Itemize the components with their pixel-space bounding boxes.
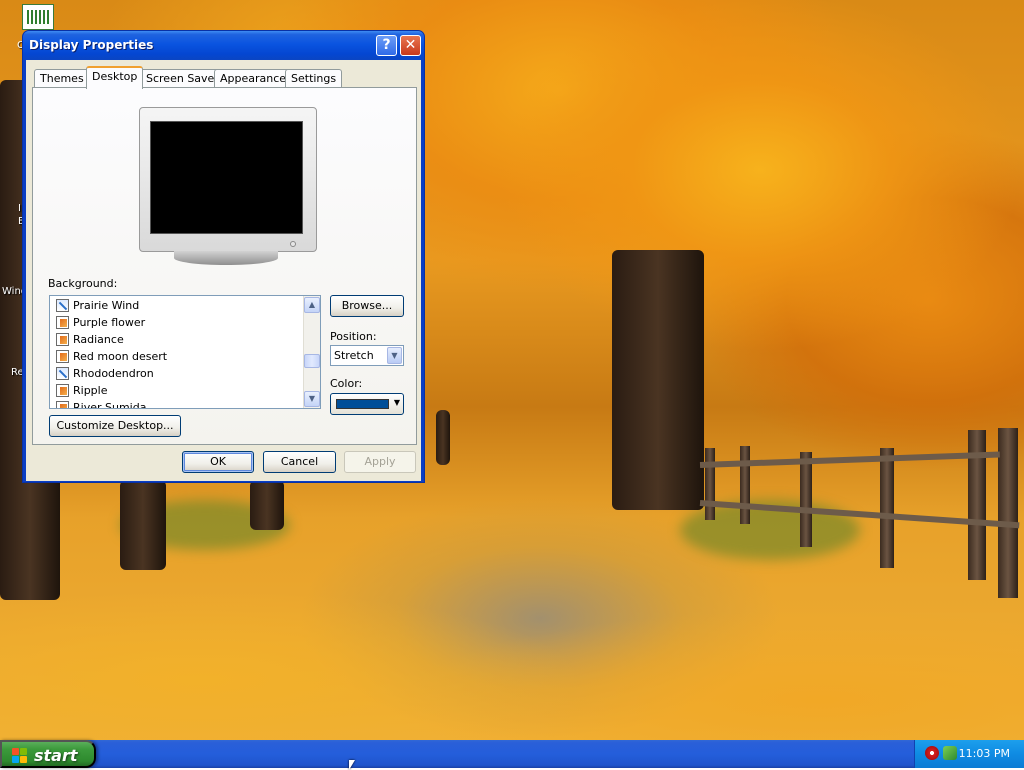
help-button[interactable]: ?	[376, 35, 397, 56]
ok-button[interactable]: OK	[182, 451, 254, 473]
wallpaper-fence-post	[800, 452, 812, 547]
list-item[interactable]: Rhododendron	[54, 365, 302, 382]
display-properties-window: Display Properties ? ✕ Themes Desktop Sc…	[22, 30, 425, 483]
color-swatch	[336, 399, 389, 409]
image-file-icon	[56, 384, 69, 397]
customize-desktop-button[interactable]: Customize Desktop...	[49, 415, 181, 437]
list-item-label: River Sumida	[73, 401, 147, 409]
image-file-icon	[56, 316, 69, 329]
desktop-tab-panel: Background: Prairie Wind Purple flower R…	[32, 87, 417, 445]
start-button[interactable]: start	[0, 740, 96, 768]
wallpaper-tree-trunk	[120, 480, 166, 570]
wallpaper-fence-post	[880, 448, 894, 568]
cancel-button[interactable]: Cancel	[263, 451, 336, 473]
mouse-cursor-icon	[349, 760, 355, 770]
list-item-label: Purple flower	[73, 316, 146, 329]
clock[interactable]: 11:03 PM	[959, 747, 1010, 760]
security-shield-icon[interactable]	[925, 746, 939, 760]
wallpaper-tree-trunk	[612, 250, 704, 510]
tab-settings[interactable]: Settings	[285, 69, 343, 88]
position-value: Stretch	[334, 349, 374, 362]
scroll-thumb[interactable]	[304, 354, 320, 368]
monitor-screen-preview	[150, 121, 303, 234]
chevron-down-icon[interactable]: ▼	[387, 347, 402, 364]
monitor-bezel	[139, 107, 317, 252]
list-item[interactable]: Prairie Wind	[54, 297, 302, 314]
list-item-label: Red moon desert	[73, 350, 168, 363]
background-label: Background:	[48, 277, 118, 290]
list-item[interactable]: River Sumida	[54, 399, 302, 409]
desktop-shortcut-icon[interactable]	[22, 4, 54, 30]
wallpaper-fence-post	[998, 428, 1018, 598]
wallpaper-fence-post	[740, 446, 750, 524]
web-page-icon	[56, 367, 69, 380]
list-item-label: Rhododendron	[73, 367, 154, 380]
image-file-icon	[56, 401, 69, 408]
apply-button[interactable]: Apply	[344, 451, 416, 473]
list-item[interactable]: Red moon desert	[54, 348, 302, 365]
list-item[interactable]: Radiance	[54, 331, 302, 348]
dialog-client-area: Themes Desktop Screen Saver Appearance S…	[26, 60, 421, 481]
list-item[interactable]: Purple flower	[54, 314, 302, 331]
dropdown-arrow-icon: ▼	[393, 398, 400, 407]
scroll-down-arrow-icon[interactable]: ▼	[304, 391, 320, 407]
close-button[interactable]: ✕	[400, 35, 421, 56]
monitor-preview	[139, 107, 319, 267]
color-picker-button[interactable]: ▼	[330, 393, 404, 415]
background-listbox[interactable]: Prairie Wind Purple flower Radiance Red …	[49, 295, 321, 409]
list-item-label: Radiance	[73, 333, 124, 346]
tab-themes[interactable]: Themes	[34, 69, 90, 88]
browse-button[interactable]: Browse...	[330, 295, 404, 317]
position-select[interactable]: Stretch ▼	[330, 345, 404, 366]
wallpaper-tree-trunk	[250, 480, 284, 530]
image-file-icon	[56, 350, 69, 363]
monitor-stand	[174, 251, 278, 265]
list-item-label: Prairie Wind	[73, 299, 140, 312]
monitor-power-icon	[290, 241, 296, 247]
taskbar: start 11:03 PM	[0, 740, 1024, 768]
image-file-icon	[56, 333, 69, 346]
network-icon[interactable]	[943, 746, 957, 760]
windows-logo-icon	[12, 748, 28, 764]
start-label: start	[34, 746, 78, 765]
wallpaper-tree-trunk	[436, 410, 450, 465]
list-item-label: Ripple	[73, 384, 108, 397]
position-label: Position:	[330, 330, 377, 343]
title-bar[interactable]: Display Properties ? ✕	[23, 31, 424, 60]
wallpaper-fence-post	[705, 448, 715, 520]
tab-appearance[interactable]: Appearance	[214, 69, 293, 88]
system-tray: 11:03 PM	[914, 740, 1024, 768]
wallpaper-fallen-leaves	[0, 560, 1024, 740]
tab-desktop[interactable]: Desktop	[86, 66, 144, 89]
tab-screen-saver[interactable]: Screen Saver	[140, 69, 225, 88]
window-title: Display Properties	[29, 38, 154, 52]
scroll-up-arrow-icon[interactable]: ▲	[304, 297, 320, 313]
web-page-icon	[56, 299, 69, 312]
list-item[interactable]: Ripple	[54, 382, 302, 399]
list-scrollbar[interactable]: ▲ ▼	[303, 296, 320, 408]
color-label: Color:	[330, 377, 363, 390]
desktop-label: I	[18, 203, 21, 214]
